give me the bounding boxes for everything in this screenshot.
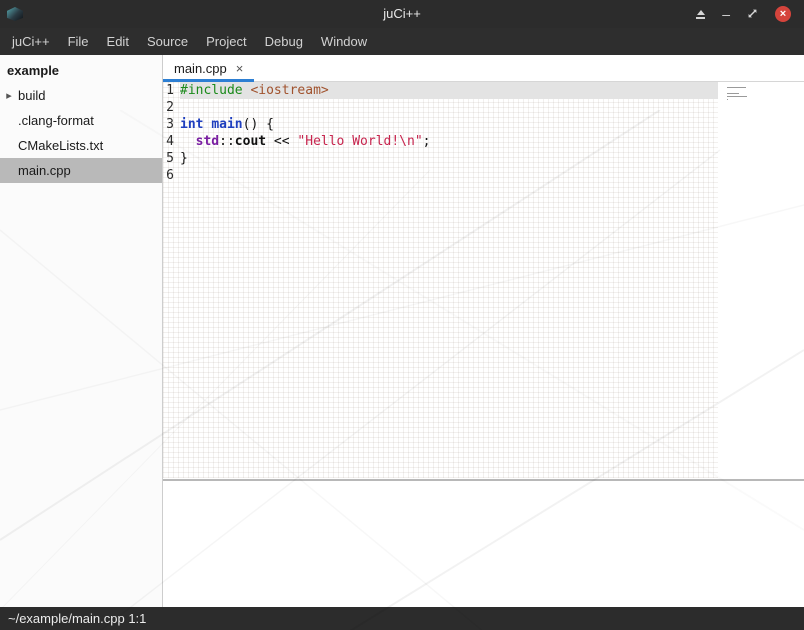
token-plain: } [180,151,188,166]
jucipp-window: juCi++ – × juCi++FileEditSourceProjectDe… [0,0,804,630]
content-area: example ▸build .clang-format CMakeLists.tx… [0,55,804,607]
code-area[interactable]: 1#include <iostream>23int main() {4 std:… [163,82,718,478]
project-root-label[interactable]: example [0,58,162,83]
expander-icon[interactable]: ▸ [0,89,18,102]
token-header: <iostream> [250,83,328,98]
code-text [180,99,718,116]
code-line-3[interactable]: 3 int main() { [163,116,718,133]
line-number: 5 [163,150,174,167]
window-controls: – × [696,0,804,28]
tab-label: main.cpp [174,61,227,76]
token-plain: << [266,134,297,149]
code-line-2[interactable]: 2 [163,99,718,116]
file-tree[interactable]: example ▸build .clang-format CMakeLists.tx… [0,55,163,607]
code-editor[interactable]: 1#include <iostream>23int main() {4 std:… [163,82,804,481]
tree-item-cmakelists-txt[interactable]: CMakeLists.txt [0,133,162,158]
token-keyword: int [180,117,203,132]
code-text: } [180,150,718,167]
minimap-line [727,99,728,100]
tree-item-label: build [18,88,45,103]
tree-item-label: main.cpp [18,163,71,178]
code-line-6[interactable]: 6 [163,167,718,184]
token-preprocessor: #include [180,83,243,98]
minimap-line [727,96,747,97]
minimap-line [727,87,746,88]
code-text: #include <iostream> [180,82,718,99]
code-line-4[interactable]: 4 std::cout << "Hello World!\n"; [163,133,718,150]
token-bold: cout [235,134,266,149]
titlebar[interactable]: juCi++ – × [0,0,804,28]
token-string: "Hello World!\n" [297,134,422,149]
menubar: juCi++FileEditSourceProjectDebugWindow [0,28,804,55]
status-bar: ~/example/main.cpp 1:1 [0,607,804,630]
line-number: 1 [163,82,174,99]
main-area: main.cpp × 1 #include <iostream> 23 int main… [163,55,804,607]
line-number: 4 [163,133,174,150]
token-function: main [211,117,242,132]
line-number: 6 [163,167,174,184]
menu-item-edit[interactable]: Edit [98,28,138,55]
window-title: juCi++ [383,0,421,28]
tree-items: ▸build .clang-format CMakeLists.txt main.cp… [0,83,162,183]
app-logo-icon [7,7,23,21]
tab-main-cpp[interactable]: main.cpp × [163,55,254,81]
eject-icon[interactable] [696,10,705,19]
line-number: 2 [163,99,174,116]
close-button[interactable]: × [775,6,791,22]
tab-bar: main.cpp × [163,55,804,82]
output-panel[interactable] [163,481,804,607]
maximize-icon [747,8,758,19]
eject-bar [696,17,705,19]
menu-item-debug[interactable]: Debug [256,28,312,55]
eject-triangle [697,10,705,15]
code-text: std::cout << "Hello World!\n"; [180,133,718,150]
line-number: 3 [163,116,174,133]
code-text [180,167,718,184]
menu-item-file[interactable]: File [59,28,98,55]
menu-item-juci[interactable]: juCi++ [3,28,59,55]
code-line-5[interactable]: 5} [163,150,718,167]
token-plain: () { [243,117,274,132]
code-line-1[interactable]: 1 #include <iostream> [163,82,718,99]
token-plain [180,134,196,149]
menu-item-window[interactable]: Window [312,28,376,55]
tree-item-label: CMakeLists.txt [18,138,103,153]
token-plain: :: [219,134,235,149]
tree-item-label: .clang-format [18,113,94,128]
tree-item-clang-format[interactable]: .clang-format [0,108,162,133]
menu-item-project[interactable]: Project [197,28,255,55]
token-namespace: std [196,134,219,149]
status-file-position: ~/example/main.cpp 1:1 [8,611,146,626]
tree-item-build[interactable]: ▸build [0,83,162,108]
menu-item-source[interactable]: Source [138,28,197,55]
token-plain: ; [423,134,431,149]
tab-close-icon[interactable]: × [236,61,244,76]
maximize-button[interactable] [747,0,758,28]
code-text: int main() { [180,116,718,133]
minimap[interactable] [727,87,749,103]
tree-item-main-cpp[interactable]: main.cpp [0,158,162,183]
minimize-button[interactable]: – [722,0,730,28]
minimap-line [727,93,739,94]
